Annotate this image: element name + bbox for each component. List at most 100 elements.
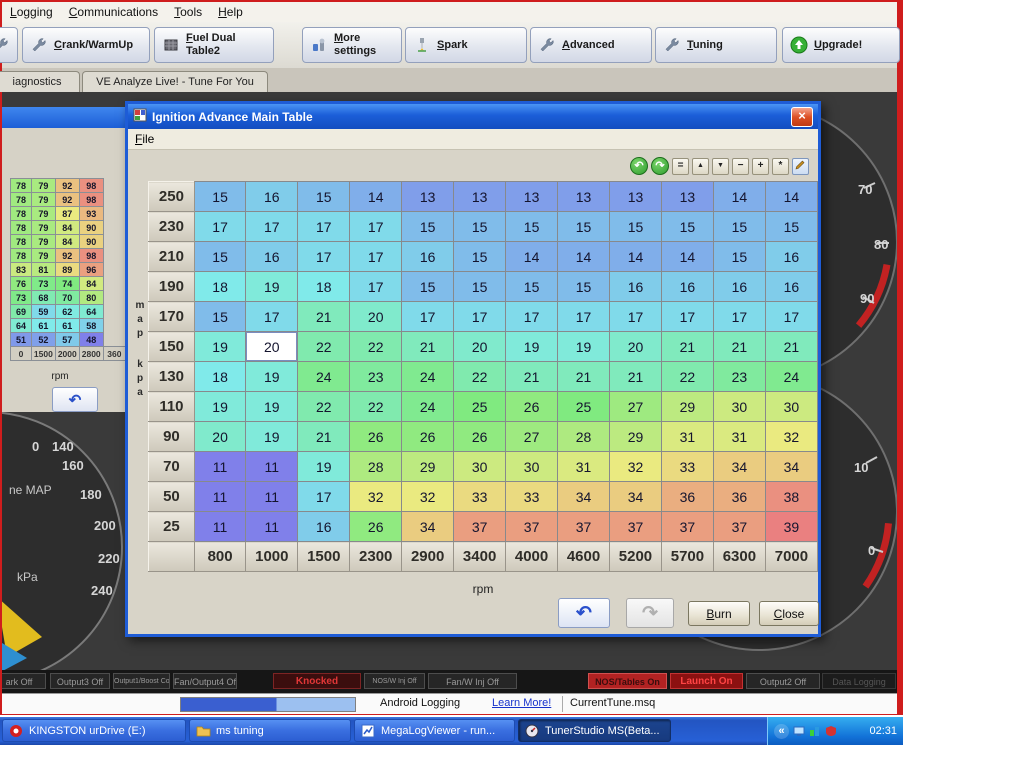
- ignition-cell[interactable]: 34: [765, 452, 817, 482]
- taskbar-item-tunerstudio-ms-beta[interactable]: TunerStudio MS(Beta...: [518, 719, 671, 742]
- ignition-cell[interactable]: 37: [506, 512, 558, 542]
- tab-ve-analyze-live-tune-for-you[interactable]: VE Analyze Live! - Tune For You: [82, 71, 268, 92]
- toolbar-button-spark[interactable]: Spark: [405, 27, 527, 63]
- multiply-button[interactable]: *: [772, 158, 789, 175]
- ignition-cell[interactable]: 19: [246, 362, 298, 392]
- table-undo-icon[interactable]: ↶: [630, 157, 648, 175]
- ve-undo-button[interactable]: ↶: [52, 387, 98, 412]
- ignition-cell[interactable]: 22: [298, 332, 350, 362]
- ignition-cell[interactable]: 21: [610, 362, 662, 392]
- ignition-cell[interactable]: 17: [246, 212, 298, 242]
- ignition-cell[interactable]: 19: [298, 452, 350, 482]
- ignition-cell[interactable]: 17: [610, 302, 662, 332]
- ignition-cell[interactable]: 13: [558, 182, 610, 212]
- ignition-cell[interactable]: 21: [765, 332, 817, 362]
- close-button[interactable]: Close: [759, 601, 819, 626]
- undo-button[interactable]: ↶: [558, 598, 610, 628]
- ignition-cell[interactable]: 29: [661, 392, 713, 422]
- ignition-cell[interactable]: 28: [350, 452, 402, 482]
- ignition-cell[interactable]: 30: [765, 392, 817, 422]
- ignition-cell[interactable]: 26: [454, 422, 506, 452]
- ignition-cell[interactable]: 24: [402, 392, 454, 422]
- ignition-cell[interactable]: 24: [765, 362, 817, 392]
- ignition-cell[interactable]: 37: [661, 512, 713, 542]
- ignition-cell[interactable]: 36: [661, 482, 713, 512]
- background-ve-table-window[interactable]: 7879929878799298787987937879849078798490…: [2, 107, 126, 412]
- ignition-cell[interactable]: 11: [246, 482, 298, 512]
- toolbar-button-partial[interactable]: [0, 27, 18, 63]
- close-icon[interactable]: ×: [791, 107, 813, 127]
- ignition-cell[interactable]: 17: [350, 212, 402, 242]
- ignition-cell[interactable]: 37: [610, 512, 662, 542]
- ignition-cell[interactable]: 21: [558, 362, 610, 392]
- ignition-cell[interactable]: 18: [298, 272, 350, 302]
- ignition-cell[interactable]: 25: [558, 392, 610, 422]
- ignition-cell[interactable]: 15: [558, 272, 610, 302]
- ignition-cell[interactable]: 11: [246, 452, 298, 482]
- set-value-button[interactable]: =: [672, 158, 689, 175]
- toolbar-button-advanced[interactable]: Advanced: [530, 27, 652, 63]
- ignition-cell[interactable]: 13: [454, 182, 506, 212]
- ignition-cell[interactable]: 14: [558, 242, 610, 272]
- ignition-cell[interactable]: 14: [765, 182, 817, 212]
- ignition-cell[interactable]: 15: [713, 212, 765, 242]
- ignition-cell[interactable]: 17: [661, 302, 713, 332]
- toolbar-button-tuning[interactable]: Tuning: [655, 27, 777, 63]
- ignition-cell[interactable]: 15: [661, 212, 713, 242]
- ignition-cell[interactable]: 24: [402, 362, 454, 392]
- ignition-cell[interactable]: 13: [661, 182, 713, 212]
- ignition-cell[interactable]: 34: [558, 482, 610, 512]
- menu-logging[interactable]: Logging: [10, 5, 53, 19]
- ignition-cell[interactable]: 17: [454, 302, 506, 332]
- ignition-cell[interactable]: 15: [765, 212, 817, 242]
- ignition-cell[interactable]: 17: [765, 302, 817, 332]
- ignition-cell[interactable]: 13: [610, 182, 662, 212]
- ignition-cell[interactable]: 33: [454, 482, 506, 512]
- ignition-cell[interactable]: 39: [765, 512, 817, 542]
- ignition-cell[interactable]: 32: [350, 482, 402, 512]
- ignition-cell[interactable]: 15: [506, 212, 558, 242]
- increase-button[interactable]: ▲: [692, 158, 709, 175]
- ignition-cell[interactable]: 17: [506, 302, 558, 332]
- ignition-cell[interactable]: 21: [402, 332, 454, 362]
- ignition-cell[interactable]: 27: [506, 422, 558, 452]
- ignition-cell[interactable]: 17: [298, 482, 350, 512]
- ignition-cell[interactable]: 21: [713, 332, 765, 362]
- ignition-cell[interactable]: 22: [661, 362, 713, 392]
- ignition-cell[interactable]: 20: [610, 332, 662, 362]
- ignition-cell[interactable]: 14: [713, 182, 765, 212]
- ignition-cell[interactable]: 22: [350, 392, 402, 422]
- ignition-cell[interactable]: 16: [298, 512, 350, 542]
- ignition-cell[interactable]: 33: [506, 482, 558, 512]
- ignition-cell[interactable]: 30: [713, 392, 765, 422]
- ignition-cell[interactable]: 17: [350, 242, 402, 272]
- ignition-cell[interactable]: 13: [506, 182, 558, 212]
- ignition-cell[interactable]: 16: [402, 242, 454, 272]
- toolbar-button-crank-warmup[interactable]: Crank/WarmUp: [22, 27, 150, 63]
- ignition-cell[interactable]: 31: [558, 452, 610, 482]
- toolbar-button-more-settings[interactable]: Moresettings: [302, 27, 402, 63]
- tray-display-icon[interactable]: [793, 725, 805, 737]
- ignition-cell[interactable]: 17: [298, 242, 350, 272]
- ignition-cell[interactable]: 17: [558, 302, 610, 332]
- ignition-cell[interactable]: 19: [506, 332, 558, 362]
- ignition-cell[interactable]: 22: [298, 392, 350, 422]
- ignition-cell[interactable]: 19: [246, 392, 298, 422]
- ignition-cell[interactable]: 15: [402, 272, 454, 302]
- dialog-menu-file[interactable]: File: [135, 132, 154, 146]
- ignition-cell[interactable]: 29: [610, 422, 662, 452]
- ignition-cell[interactable]: 19: [194, 392, 246, 422]
- menu-tools[interactable]: Tools: [174, 5, 202, 19]
- toolbar-button-fuel-dual-table2[interactable]: Fuel DualTable2: [154, 27, 274, 63]
- ignition-cell[interactable]: 32: [402, 482, 454, 512]
- ignition-cell[interactable]: 15: [454, 242, 506, 272]
- ignition-cell[interactable]: 28: [558, 422, 610, 452]
- tray-connection-icon[interactable]: [809, 725, 821, 737]
- ignition-cell[interactable]: 30: [506, 452, 558, 482]
- ignition-cell[interactable]: 25: [454, 392, 506, 422]
- ignition-cell[interactable]: 16: [661, 272, 713, 302]
- ignition-cell[interactable]: 32: [610, 452, 662, 482]
- ignition-cell[interactable]: 15: [454, 212, 506, 242]
- ignition-cell[interactable]: 26: [350, 512, 402, 542]
- ignition-cell[interactable]: 18: [194, 272, 246, 302]
